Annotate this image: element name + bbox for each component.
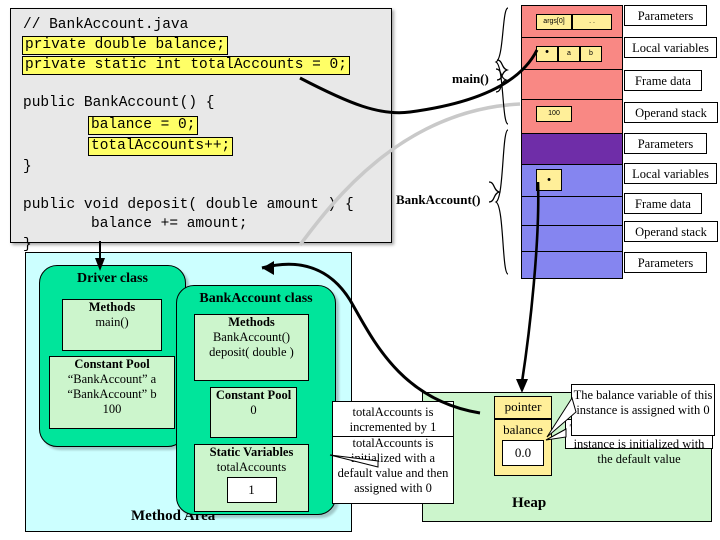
static-variables-title: Static Variables [209, 445, 294, 459]
slot-args0: args[0] [536, 14, 572, 30]
stack-label-parameters-1: Parameters [624, 5, 707, 26]
source-code-panel: // BankAccount.java private double balan… [10, 8, 392, 253]
stack-row-ctor-parameters-2 [522, 252, 622, 278]
heap-pointer-label: pointer [504, 399, 542, 414]
slot-ctor-this-ref: • [536, 169, 562, 191]
bankaccount-class-box: BankAccount class Methods BankAccount() … [176, 285, 336, 515]
frame-name-main: main() [452, 71, 489, 86]
code-line-totalaccounts-decl: private static int totalAccounts = 0; [22, 56, 350, 75]
stack-row-ctor-operandstack [522, 226, 622, 252]
code-line-deposit-sig: public void deposit( double amount ) { [23, 197, 354, 213]
bankaccount-constant-pool-box: Constant Pool 0 [210, 387, 297, 438]
slot-args-rest: . . [572, 14, 612, 30]
slot-main-b: b [580, 46, 602, 62]
driver-constant-pool-box: Constant Pool “BankAccount” a “BankAccou… [49, 356, 175, 429]
stack-label-framedata-1: Frame data [624, 70, 702, 91]
slot-main-a: a [558, 46, 580, 62]
stack-label-localvars-1: Local variables [624, 37, 717, 58]
slot-operand-100: 100 [536, 106, 572, 122]
driver-class-box: Driver class Methods main() Constant Poo… [39, 265, 186, 447]
stack-label-parameters-2: Parameters [624, 133, 707, 154]
slot-main-this-ref: • [536, 46, 558, 62]
static-variable-name: totalAccounts [216, 460, 287, 474]
stack-label-parameters-3: Parameters [624, 252, 707, 273]
driver-class-title: Driver class [77, 271, 148, 286]
code-line-ctor-sig: public BankAccount() { [23, 95, 215, 111]
callout-totalaccounts-increment: totalAccounts is incremented by 1 [332, 401, 454, 437]
code-line-balance-decl: private double balance; [22, 36, 229, 55]
stack-row-ctor-parameters [522, 134, 622, 165]
bankaccount-cp-entry-0: 0 [250, 403, 257, 417]
bankaccount-static-variables-box: Static Variables totalAccounts 1 [194, 444, 309, 512]
stack-row-main-framedata [522, 70, 622, 100]
method-area-region: Method Area Driver class Methods main() … [25, 252, 352, 532]
driver-cp-entry-100: 100 [102, 402, 122, 416]
bankaccount-methods-item-deposit: deposit( double ) [209, 345, 294, 359]
code-line-totalaccounts-incr: totalAccounts++; [88, 137, 234, 156]
heap-object-pointer-row: pointer [494, 396, 552, 419]
code-line-deposit-body: balance += amount; [91, 216, 248, 232]
frame-name-bankaccount: BankAccount() [396, 192, 481, 207]
heap-object-balance-row: balance 0.0 [494, 419, 552, 476]
driver-methods-box: Methods main() [62, 299, 162, 351]
stack-label-operandstack-1: Operand stack [624, 102, 718, 123]
stack-label-localvars-2: Local variables [624, 163, 717, 184]
bankaccount-methods-item-ctor: BankAccount() [212, 330, 291, 344]
code-line-balance-assign: balance = 0; [88, 116, 199, 135]
heap-title: Heap [512, 495, 547, 511]
driver-methods-item-main: main() [95, 315, 129, 329]
bankaccount-methods-title: Methods [228, 315, 275, 329]
code-line-comment: // BankAccount.java [23, 17, 189, 33]
code-line-ctor-close: } [23, 159, 32, 175]
driver-cp-entry-a: “BankAccount” a [67, 372, 157, 386]
driver-constant-pool-title: Constant Pool [74, 357, 150, 371]
jvm-stack: args[0] . . • a b 100 • [521, 5, 623, 279]
driver-cp-entry-b: “BankAccount” b [67, 387, 157, 401]
static-variable-value: 1 [226, 477, 277, 503]
callout-totalaccounts-init: totalAccounts is initialized with a defa… [332, 432, 454, 504]
bankaccount-class-title: BankAccount class [199, 291, 313, 306]
heap-balance-label: balance [503, 422, 543, 437]
stack-label-operandstack-2: Operand stack [624, 221, 718, 242]
heap-balance-value: 0.0 [502, 440, 544, 466]
callout-balance-assigned: The balance variable of this instance is… [571, 384, 715, 436]
bankaccount-constant-pool-title: Constant Pool [215, 388, 292, 402]
stack-label-framedata-2: Frame data [624, 193, 702, 214]
stack-row-ctor-framedata [522, 197, 622, 226]
driver-methods-title: Methods [88, 300, 136, 314]
bankaccount-methods-box: Methods BankAccount() deposit( double ) [194, 314, 309, 381]
